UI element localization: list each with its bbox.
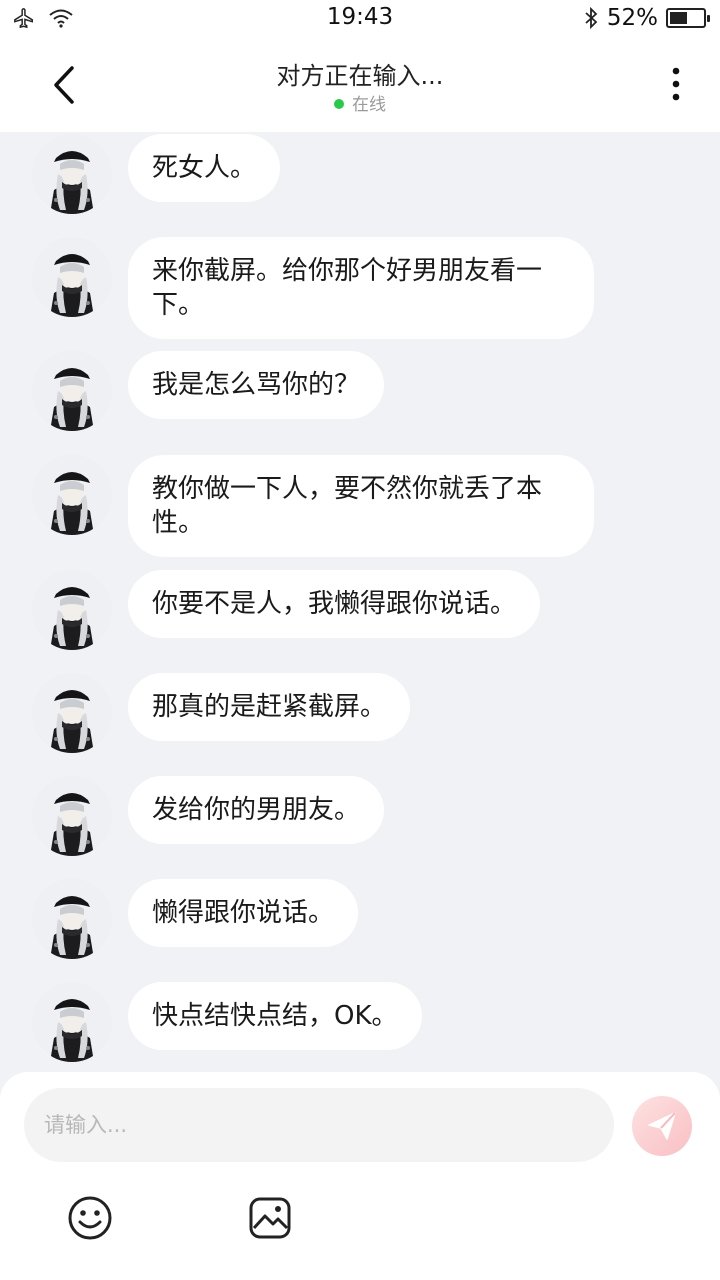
emoji-icon — [68, 1196, 112, 1240]
avatar[interactable] — [32, 776, 112, 856]
avatar[interactable] — [32, 455, 112, 535]
send-icon — [648, 1112, 676, 1140]
message-bubble[interactable]: 发给你的男朋友。 — [128, 776, 385, 844]
avatar[interactable] — [32, 673, 112, 753]
message-bubble[interactable]: 死女人。 — [128, 134, 281, 202]
online-dot-icon — [334, 99, 344, 109]
avatar[interactable] — [32, 982, 112, 1062]
more-icon — [672, 67, 680, 101]
message-bubble[interactable]: 懒得跟你说话。 — [128, 879, 359, 947]
online-status: 在线 — [0, 90, 720, 115]
online-status-label: 在线 — [352, 95, 386, 115]
avatar[interactable] — [32, 570, 112, 650]
message-bubble[interactable]: 来你截屏。给你那个好男朋友看一下。 — [128, 237, 594, 339]
message-bubble[interactable]: 教你做一下人，要不然你就丢了本性。 — [128, 455, 594, 557]
battery-level — [670, 12, 687, 24]
emoji-button[interactable] — [66, 1194, 114, 1242]
bluetooth-icon — [585, 6, 598, 30]
avatar[interactable] — [32, 134, 112, 214]
avatar[interactable] — [32, 237, 112, 317]
message-list[interactable]: 死女人。 来你截屏。给你那个好男朋友看一下。 我是怎么骂你的？ 教你做一下人，要… — [0, 132, 720, 1072]
message-bubble[interactable]: 那真的是赶紧截屏。 — [128, 673, 411, 741]
battery-percent: 52% — [606, 5, 658, 31]
image-icon — [249, 1197, 291, 1239]
status-bar: 19:43 52% — [0, 0, 720, 38]
message-bubble[interactable]: 你要不是人，我懒得跟你说话。 — [128, 570, 541, 638]
message-input[interactable] — [24, 1088, 614, 1162]
status-right: 52% — [583, 5, 710, 31]
battery-icon — [666, 8, 710, 28]
composer-bar — [0, 1072, 720, 1280]
more-button[interactable] — [664, 66, 688, 106]
avatar[interactable] — [32, 879, 112, 959]
chat-title: 对方正在输入... — [276, 62, 444, 90]
send-button[interactable] — [632, 1096, 692, 1156]
chat-header: 对方正在输入... 在线 — [0, 38, 720, 132]
avatar[interactable] — [32, 351, 112, 431]
message-bubble[interactable]: 快点结快点结，OK。 — [128, 982, 422, 1050]
message-bubble[interactable]: 我是怎么骂你的？ — [128, 351, 385, 419]
image-button[interactable] — [246, 1194, 294, 1242]
